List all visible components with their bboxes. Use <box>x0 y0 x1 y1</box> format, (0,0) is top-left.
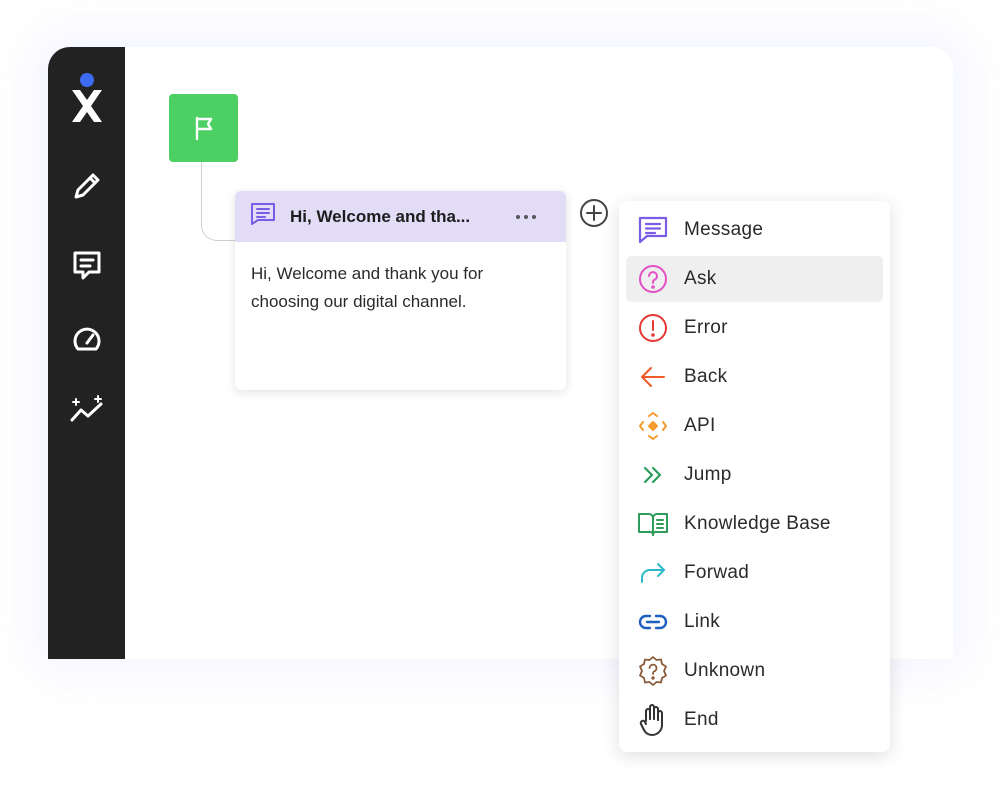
menu-item-label: Error <box>684 317 728 338</box>
menu-item-message[interactable]: Message <box>626 207 883 253</box>
menu-item-label: Ask <box>684 268 717 289</box>
node-type-menu: Message Ask Error Back API Jump Knowledg… <box>619 201 890 752</box>
menu-item-label: Message <box>684 219 764 240</box>
logo-icon[interactable] <box>66 73 108 122</box>
menu-item-label: End <box>684 709 719 730</box>
question-icon <box>636 262 670 296</box>
message-icon <box>250 202 276 231</box>
menu-item-label: Unknown <box>684 660 766 681</box>
more-options-icon[interactable] <box>516 214 536 219</box>
menu-item-jump[interactable]: Jump <box>626 452 883 498</box>
start-node[interactable] <box>169 94 238 162</box>
link-icon <box>636 605 670 639</box>
menu-item-end[interactable]: End <box>626 697 883 743</box>
menu-item-error[interactable]: Error <box>626 305 883 351</box>
plus-circle-icon <box>580 199 608 227</box>
menu-item-unknown[interactable]: Unknown <box>626 648 883 694</box>
menu-item-back[interactable]: Back <box>626 354 883 400</box>
flag-icon <box>195 116 212 141</box>
api-icon <box>636 409 670 443</box>
menu-item-api[interactable]: API <box>626 403 883 449</box>
message-node[interactable]: Hi, Welcome and tha... Hi, Welcome and t… <box>235 191 566 390</box>
menu-item-knowledge-base[interactable]: Knowledge Base <box>626 501 883 547</box>
menu-item-label: Forwad <box>684 562 750 583</box>
sidebar <box>48 47 125 659</box>
flow-connector <box>201 162 238 241</box>
message-node-body: Hi, Welcome and thank you for choosing o… <box>251 264 484 311</box>
chat-message-icon[interactable] <box>66 244 108 286</box>
menu-item-ask[interactable]: Ask <box>626 256 883 302</box>
book-icon <box>636 507 670 541</box>
add-node-button[interactable] <box>579 198 609 228</box>
menu-item-link[interactable]: Link <box>626 599 883 645</box>
menu-item-label: Back <box>684 366 728 387</box>
double-chevron-icon <box>636 458 670 492</box>
menu-item-label: Link <box>684 611 721 632</box>
menu-item-forward[interactable]: Forwad <box>626 550 883 596</box>
message-node-header: Hi, Welcome and tha... <box>235 191 566 242</box>
hand-stop-icon <box>636 703 670 737</box>
unknown-badge-icon <box>636 654 670 688</box>
sparkle-analytics-icon[interactable] <box>66 390 108 432</box>
menu-item-label: Knowledge Base <box>684 513 831 534</box>
pencil-icon[interactable] <box>66 165 108 207</box>
forward-arrow-icon <box>636 556 670 590</box>
error-icon <box>636 311 670 345</box>
menu-item-label: Jump <box>684 464 732 485</box>
speedometer-icon[interactable] <box>66 318 108 360</box>
message-node-title: Hi, Welcome and tha... <box>290 206 471 226</box>
menu-item-label: API <box>684 415 716 436</box>
arrow-left-icon <box>636 360 670 394</box>
message-icon <box>636 213 670 247</box>
